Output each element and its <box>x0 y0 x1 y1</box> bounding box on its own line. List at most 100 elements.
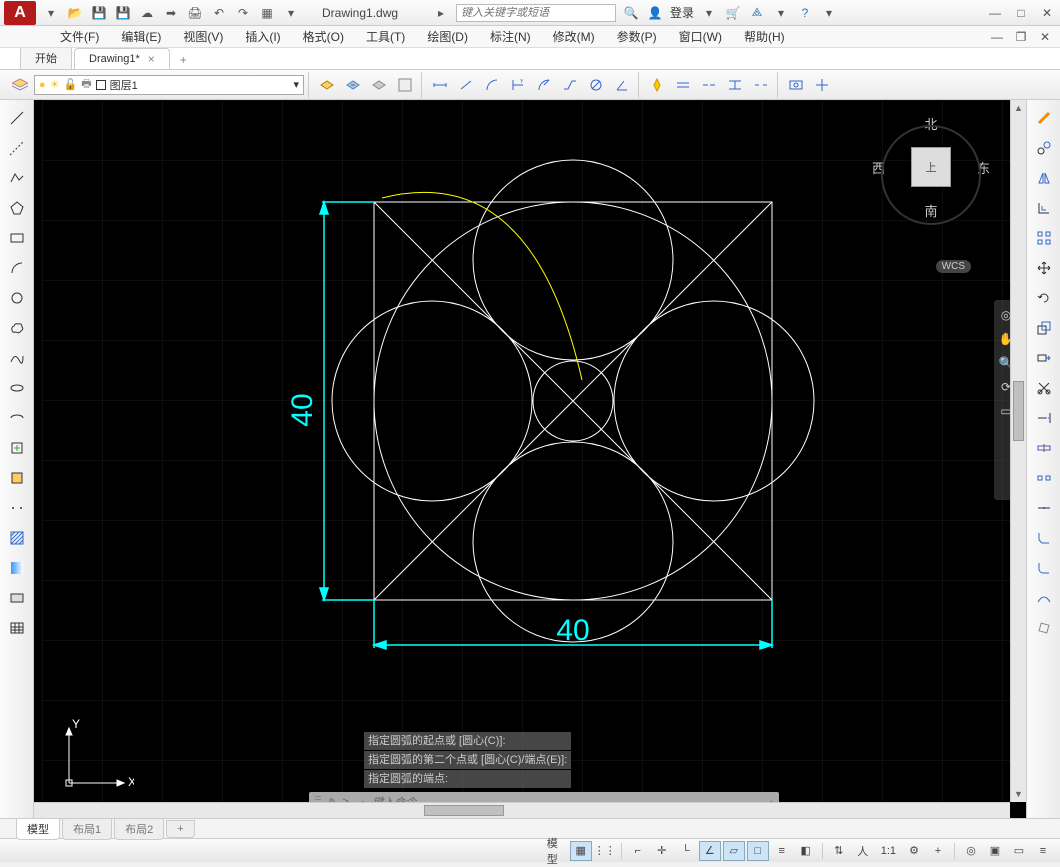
status-cycling-icon[interactable]: ⇅ <box>828 841 850 861</box>
rotate-icon[interactable] <box>1030 284 1058 312</box>
point-icon[interactable] <box>3 494 31 522</box>
user-icon[interactable]: 👤 <box>646 4 664 22</box>
menu-format[interactable]: 格式(O) <box>293 26 354 47</box>
cart-icon[interactable]: 🛒 <box>724 4 742 22</box>
dim-continue-icon[interactable] <box>697 73 721 97</box>
doc-restore-button[interactable]: ❐ <box>1012 29 1030 45</box>
drawing-canvas[interactable]: 40 40 X Y 北 西 上 东 <box>34 100 1026 818</box>
status-grid-icon[interactable]: ▦ <box>570 841 592 861</box>
vertical-scrollbar[interactable]: ▲ ▼ <box>1010 100 1026 802</box>
qat-overflow-icon[interactable]: ▾ <box>282 4 300 22</box>
arc-icon[interactable] <box>3 254 31 282</box>
layer-isolate-icon[interactable] <box>367 73 391 97</box>
move-icon[interactable] <box>1030 254 1058 282</box>
ellipse-icon[interactable] <box>3 374 31 402</box>
doc-close-button[interactable]: ✕ <box>1036 29 1054 45</box>
menu-tools[interactable]: 工具(T) <box>356 26 415 47</box>
status-isodraft-icon[interactable]: ▱ <box>723 841 745 861</box>
search-icon[interactable]: 🔍 <box>622 4 640 22</box>
filename-arrow-icon[interactable]: ▸ <box>432 4 450 22</box>
tab-layout-add[interactable]: + <box>166 820 194 838</box>
dim-arc-icon[interactable] <box>480 73 504 97</box>
status-ortho-icon[interactable]: └ <box>675 841 697 861</box>
scroll-up-icon[interactable]: ▲ <box>1011 100 1026 116</box>
offset-icon[interactable] <box>1030 194 1058 222</box>
layer-match-icon[interactable] <box>315 73 339 97</box>
open-icon[interactable]: 📂 <box>66 4 84 22</box>
search-input[interactable] <box>456 4 616 22</box>
horizontal-scroll-thumb[interactable] <box>424 805 504 816</box>
workspace-icon[interactable]: ▦ <box>258 4 276 22</box>
hatch-icon[interactable] <box>3 524 31 552</box>
status-osnap-icon[interactable]: □ <box>747 841 769 861</box>
vertical-scroll-thumb[interactable] <box>1013 381 1024 441</box>
explode-icon[interactable] <box>1030 614 1058 642</box>
copy-icon[interactable] <box>1030 134 1058 162</box>
share-dropdown-icon[interactable]: ▾ <box>772 4 790 22</box>
tab-model[interactable]: 模型 <box>16 818 60 840</box>
region-icon[interactable] <box>3 584 31 612</box>
undo-icon[interactable]: ↶ <box>210 4 228 22</box>
viewcube[interactable]: 北 西 上 东 南 <box>866 110 996 250</box>
status-annotation-monitor-icon[interactable]: + <box>927 841 949 861</box>
dim-jogged-icon[interactable] <box>558 73 582 97</box>
fillet-icon[interactable] <box>1030 554 1058 582</box>
join-icon[interactable] <box>1030 494 1058 522</box>
new-icon[interactable]: ▾ <box>42 4 60 22</box>
tab-layout2[interactable]: 布局2 <box>114 818 164 840</box>
tab-drawing1[interactable]: Drawing1* × <box>74 48 170 69</box>
status-isolate-icon[interactable]: ◎ <box>960 841 982 861</box>
login-dropdown-icon[interactable]: ▾ <box>700 4 718 22</box>
layer-properties-icon[interactable] <box>8 73 32 97</box>
chamfer-icon[interactable] <box>1030 524 1058 552</box>
print-icon[interactable]: 🖨 <box>186 4 204 22</box>
extend-icon[interactable] <box>1030 404 1058 432</box>
blend-curves-icon[interactable] <box>1030 584 1058 612</box>
menu-edit[interactable]: 编辑(E) <box>111 26 171 47</box>
status-transparency-icon[interactable]: ◧ <box>795 841 817 861</box>
dim-space-icon[interactable] <box>723 73 747 97</box>
layer-dropdown-icon[interactable]: ▾ <box>293 78 299 91</box>
menu-draw[interactable]: 绘图(D) <box>417 26 478 47</box>
trim-icon[interactable] <box>1030 374 1058 402</box>
spline-icon[interactable] <box>3 344 31 372</box>
dim-baseline-icon[interactable] <box>671 73 695 97</box>
menu-window[interactable]: 窗口(W) <box>669 26 732 47</box>
menu-insert[interactable]: 插入(I) <box>235 26 290 47</box>
status-polar-icon[interactable]: ∠ <box>699 841 721 861</box>
maximize-button[interactable]: □ <box>1012 5 1030 21</box>
dim-ordinate-icon[interactable]: Y <box>506 73 530 97</box>
status-model-button[interactable]: 模型 <box>546 841 568 861</box>
app-logo[interactable]: A <box>4 1 36 25</box>
make-block-icon[interactable] <box>3 464 31 492</box>
gradient-icon[interactable] <box>3 554 31 582</box>
rectangle-icon[interactable] <box>3 224 31 252</box>
saveas-icon[interactable]: 💾 <box>114 4 132 22</box>
tab-layout1[interactable]: 布局1 <box>62 818 112 840</box>
layer-combo[interactable]: ● ☀ 🔓 🖶 图层1 ▾ <box>34 75 304 95</box>
break-icon[interactable] <box>1030 464 1058 492</box>
status-hardware-accel-icon[interactable]: ▣ <box>984 841 1006 861</box>
menu-modify[interactable]: 修改(M) <box>543 26 605 47</box>
revision-cloud-icon[interactable] <box>3 314 31 342</box>
stretch-icon[interactable] <box>1030 344 1058 372</box>
dim-linear-icon[interactable] <box>428 73 452 97</box>
dim-angular-icon[interactable] <box>610 73 634 97</box>
scale-icon[interactable] <box>1030 314 1058 342</box>
wcs-badge[interactable]: WCS <box>936 260 971 273</box>
menu-parametric[interactable]: 参数(P) <box>607 26 667 47</box>
login-label[interactable]: 登录 <box>670 4 694 21</box>
mirror-icon[interactable] <box>1030 164 1058 192</box>
scroll-down-icon[interactable]: ▼ <box>1011 786 1026 802</box>
layer-previous-icon[interactable] <box>341 73 365 97</box>
tab-add-button[interactable]: + <box>172 51 195 69</box>
menu-help[interactable]: 帮助(H) <box>734 26 795 47</box>
dim-aligned-icon[interactable] <box>454 73 478 97</box>
status-lineweight-icon[interactable]: ≡ <box>771 841 793 861</box>
status-clean-screen-icon[interactable]: ▭ <box>1008 841 1030 861</box>
help-icon[interactable]: ? <box>796 4 814 22</box>
status-workspace-icon[interactable]: ⚙ <box>903 841 925 861</box>
doc-minimize-button[interactable]: — <box>988 29 1006 45</box>
tab-start[interactable]: 开始 <box>20 46 72 69</box>
cloud-save-icon[interactable]: ☁ <box>138 4 156 22</box>
